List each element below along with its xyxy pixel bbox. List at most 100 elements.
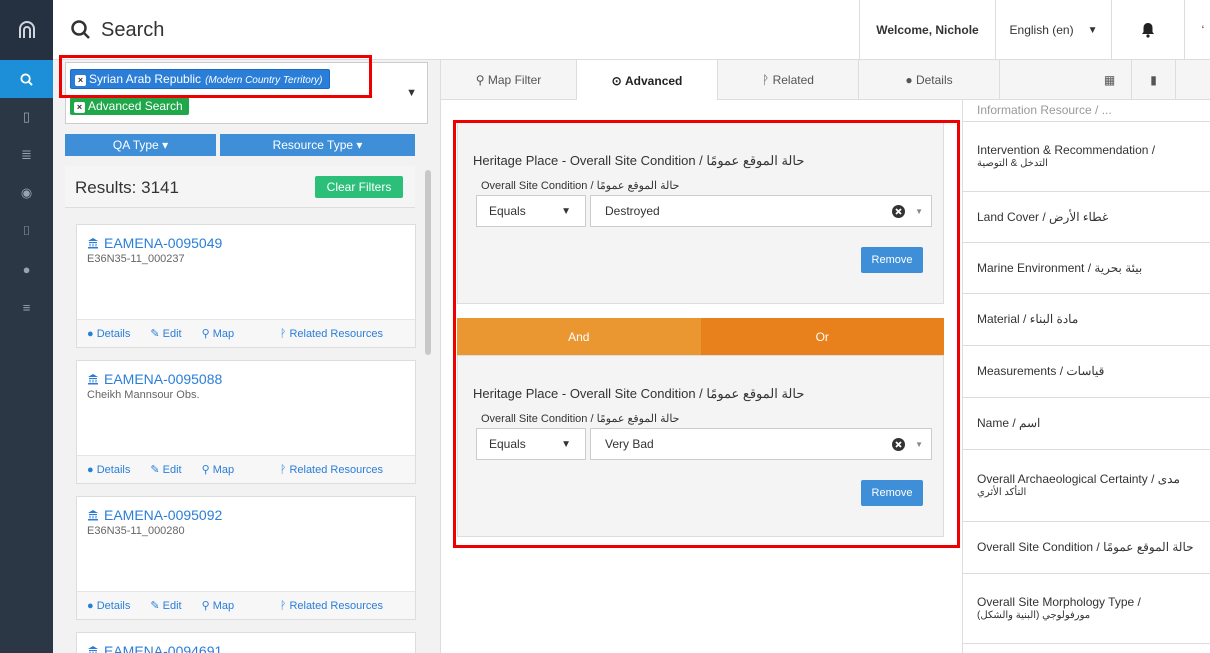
result-card[interactable]: EAMENA-0094691 (76, 632, 416, 653)
field-item[interactable]: Measurements / قياسات (963, 346, 1210, 398)
result-card[interactable]: EAMENA-0095049 E36N35-11_000237 ● Detail… (76, 224, 416, 348)
result-title[interactable]: EAMENA-0095049 (87, 235, 405, 251)
advanced-tag-label: Advanced Search (88, 99, 183, 113)
qa-type-dropdown[interactable]: QA Type ▾ (65, 134, 216, 156)
edit-link[interactable]: ✎ Edit (150, 327, 191, 340)
edit-link[interactable]: ✎ Edit (150, 599, 191, 612)
overflow-icon[interactable]: ‘ (1193, 0, 1210, 60)
search-label: Search (101, 18, 165, 41)
chevron-down-icon: ▼ (1087, 24, 1098, 36)
remove-criteria-button[interactable]: Remove (861, 480, 923, 506)
country-tag-type: (Modern Country Territory) (205, 75, 323, 86)
tab-label: Map Filter (487, 73, 542, 87)
and-button[interactable]: And (457, 318, 701, 355)
calendar-icon[interactable]: ▦ (1088, 60, 1132, 100)
nav-list-icon[interactable]: ≣ (0, 136, 53, 174)
value-select[interactable]: Very Bad ▼ (590, 428, 932, 460)
criteria-field-label: Overall Site Condition / حالة الموقع عمو… (481, 180, 680, 192)
nav-globe-icon[interactable]: ◉ (0, 174, 53, 212)
criteria-field-label: Overall Site Condition / حالة الموقع عمو… (481, 413, 680, 425)
search-box[interactable]: Search (61, 9, 858, 51)
field-item[interactable]: Material / مادة البناء (963, 294, 1210, 346)
clear-filters-button[interactable]: Clear Filters (315, 176, 403, 198)
criteria-card-2: Heritage Place - Overall Site Condition … (457, 355, 944, 537)
field-item[interactable]: Overall Site Morphology Type / مورفولوجي … (963, 574, 1210, 644)
operator-select[interactable]: Equals ▼ (476, 428, 586, 460)
field-item[interactable]: Land Cover / غطاء الأرض (963, 192, 1210, 243)
notifications-bell-icon[interactable] (1112, 0, 1184, 60)
tab-details[interactable]: ● Details (859, 60, 1000, 100)
or-button[interactable]: Or (700, 318, 944, 355)
and-or-toggle: And Or (457, 318, 944, 355)
bookmark-icon[interactable]: ▮ (1132, 60, 1176, 100)
value-select[interactable]: Destroyed ▼ (590, 195, 932, 227)
country-filter-tag[interactable]: × Syrian Arab Republic (Modern Country Ter… (70, 69, 330, 89)
operator-select[interactable]: Equals ▼ (476, 195, 586, 227)
nav-search-icon[interactable] (0, 60, 53, 98)
nav-user-icon[interactable]: ● (0, 250, 53, 288)
map-link[interactable]: ⚲ Map (202, 599, 245, 612)
chevron-down-icon[interactable]: ▼ (406, 87, 417, 99)
field-item[interactable]: Marine Environment / بيئة بحرية (963, 243, 1210, 294)
results-count: Results: 3141 (75, 178, 179, 197)
related-icon: ᚹ (762, 73, 773, 87)
tab-advanced[interactable]: ⊙ Advanced (577, 60, 718, 101)
remove-tag-icon[interactable]: × (75, 75, 86, 86)
results-header: Results: 3141 Clear Filters (65, 166, 415, 208)
related-resources-link[interactable]: ᚹ Related Resources (280, 328, 393, 340)
result-title[interactable]: EAMENA-0095092 (87, 507, 405, 523)
caret-down-icon: ▼ (915, 439, 923, 449)
tab-related[interactable]: ᚹ Related (718, 60, 859, 100)
criteria-title: Heritage Place - Overall Site Condition … (473, 386, 805, 401)
tab-map-filter[interactable]: ⚲ Map Filter (441, 60, 577, 100)
field-item[interactable]: Information Resource / ... (963, 100, 1210, 122)
remove-tag-icon[interactable]: × (74, 102, 85, 113)
nav-bookmark-icon[interactable]: ⌷ (0, 212, 53, 250)
advanced-search-panel: Heritage Place - Overall Site Condition … (441, 100, 962, 653)
resource-type-dropdown[interactable]: Resource Type ▾ (220, 134, 415, 156)
clear-value-icon[interactable] (892, 438, 905, 451)
result-id: EAMENA-0095088 (104, 371, 223, 387)
related-resources-link[interactable]: ᚹ Related Resources (280, 600, 393, 612)
filter-tags-box[interactable]: × Syrian Arab Republic (Modern Country Ter… (65, 62, 428, 124)
search-fields-list: Information Resource / ... Intervention … (962, 100, 1210, 653)
search-tabs: ⚲ Map Filter ⊙ Advanced ᚹ Related ● Deta… (441, 60, 1210, 101)
caret-down-icon: ▾ (162, 138, 169, 152)
result-subtitle: Cheikh Mannsour Obs. (87, 389, 200, 401)
nav-resources-icon[interactable]: ▯ (0, 98, 53, 136)
clear-value-icon[interactable] (892, 205, 905, 218)
resource-type-label: Resource Type (272, 138, 354, 152)
check-circle-icon: ⊙ (611, 73, 626, 88)
related-resources-link[interactable]: ᚹ Related Resources (280, 464, 393, 476)
remove-criteria-button[interactable]: Remove (861, 247, 923, 273)
map-link[interactable]: ⚲ Map (202, 463, 245, 476)
arch-logo-icon (18, 21, 35, 38)
result-subtitle: E36N35-11_000237 (87, 253, 185, 265)
result-card[interactable]: EAMENA-0095092 E36N35-11_000280 ● Detail… (76, 496, 416, 620)
edit-link[interactable]: ✎ Edit (150, 463, 191, 476)
map-link[interactable]: ⚲ Map (202, 327, 245, 340)
details-link[interactable]: ● Details (87, 464, 140, 476)
qa-type-label: QA Type (112, 138, 159, 152)
tab-label: Details (915, 73, 953, 87)
caret-down-icon: ▾ (356, 138, 363, 152)
operator-value: Equals (489, 204, 526, 218)
nav-menu-icon[interactable]: ≡ (0, 288, 53, 326)
field-item[interactable]: Intervention & Recommendation / التدخل & … (963, 122, 1210, 192)
card-actions: ● Details ✎ Edit ⚲ Map ᚹ Related Resourc… (77, 319, 415, 347)
result-title[interactable]: EAMENA-0094691 (87, 643, 405, 653)
language-select[interactable]: English (en) ▼ (996, 0, 1111, 60)
app-logo[interactable] (0, 0, 53, 60)
details-link[interactable]: ● Details (87, 600, 140, 612)
details-link[interactable]: ● Details (87, 328, 140, 340)
field-item[interactable]: Overall Site Condition / حالة الموقع عمو… (963, 522, 1210, 574)
top-bar: Search Welcome, Nichole English (en) ▼ ‘ (53, 0, 1210, 60)
chevron-down-icon: ▼ (561, 438, 571, 450)
welcome-user[interactable]: Welcome, Nichole (860, 0, 995, 60)
field-item[interactable]: Overall Archaeological Certainty / مدى ال… (963, 450, 1210, 522)
field-item[interactable]: Name / اسم (963, 398, 1210, 450)
advanced-search-tag[interactable]: × Advanced Search (70, 97, 189, 115)
result-card[interactable]: EAMENA-0095088 Cheikh Mannsour Obs. ● De… (76, 360, 416, 484)
result-title[interactable]: EAMENA-0095088 (87, 371, 405, 387)
results-scrollbar[interactable] (425, 170, 431, 355)
